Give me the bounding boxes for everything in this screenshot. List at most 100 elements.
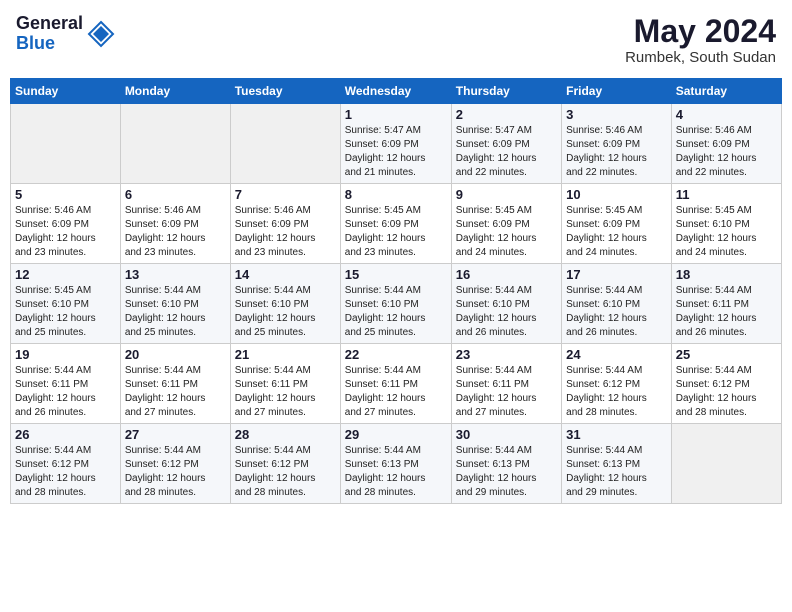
calendar-cell: 22 Sunrise: 5:44 AM Sunset: 6:11 PM Dayli… xyxy=(340,344,451,424)
day-info: Sunrise: 5:44 AM Sunset: 6:11 PM Dayligh… xyxy=(676,284,777,340)
day-number: 2 xyxy=(456,107,557,122)
calendar-cell xyxy=(230,104,340,184)
calendar-cell: 3 Sunrise: 5:46 AM Sunset: 6:09 PM Daylig… xyxy=(562,104,672,184)
day-info: Sunrise: 5:44 AM Sunset: 6:12 PM Dayligh… xyxy=(566,364,667,420)
day-info: Sunrise: 5:44 AM Sunset: 6:12 PM Dayligh… xyxy=(235,444,336,500)
calendar-cell xyxy=(11,104,121,184)
day-info: Sunrise: 5:44 AM Sunset: 6:10 PM Dayligh… xyxy=(566,284,667,340)
calendar-week-row: 12Sunrise: 5:45 AM Sunset: 6:10 PM Dayli… xyxy=(11,264,782,344)
logo-text: GeneralBlue xyxy=(16,14,83,54)
day-info: Sunrise: 5:45 AM Sunset: 6:10 PM Dayligh… xyxy=(676,204,777,260)
day-info: Sunrise: 5:46 AM Sunset: 6:09 PM Dayligh… xyxy=(566,124,667,180)
day-info: Sunrise: 5:44 AM Sunset: 6:10 PM Dayligh… xyxy=(235,284,336,340)
calendar-cell: 15 Sunrise: 5:44 AM Sunset: 6:10 PM Dayli… xyxy=(340,264,451,344)
day-info: Sunrise: 5:45 AM Sunset: 6:09 PM Dayligh… xyxy=(456,204,557,260)
calendar-cell: 30 Sunrise: 5:44 AM Sunset: 6:13 PM Dayli… xyxy=(451,424,561,504)
day-info: Sunrise: 5:44 AM Sunset: 6:10 PM Dayligh… xyxy=(456,284,557,340)
calendar-cell: 31Sunrise: 5:44 AM Sunset: 6:13 PM Dayli… xyxy=(562,424,672,504)
day-info: Sunrise: 5:45 AM Sunset: 6:09 PM Dayligh… xyxy=(566,204,667,260)
calendar-cell: 10 Sunrise: 5:45 AM Sunset: 6:09 PM Dayli… xyxy=(562,184,672,264)
day-info: Sunrise: 5:45 AM Sunset: 6:09 PM Dayligh… xyxy=(345,204,447,260)
day-number: 25 xyxy=(676,347,777,362)
calendar-cell: 26 Sunrise: 5:44 AM Sunset: 6:12 PM Dayli… xyxy=(11,424,121,504)
day-info: Sunrise: 5:44 AM Sunset: 6:12 PM Dayligh… xyxy=(15,444,116,500)
calendar-cell: 23 Sunrise: 5:44 AM Sunset: 6:11 PM Dayli… xyxy=(451,344,561,424)
day-info: Sunrise: 5:44 AM Sunset: 6:13 PM Dayligh… xyxy=(566,444,667,500)
weekday-header: Thursday xyxy=(451,79,561,104)
day-number: 17 xyxy=(566,267,667,282)
day-info: Sunrise: 5:44 AM Sunset: 6:11 PM Dayligh… xyxy=(235,364,336,420)
calendar-header: SundayMondayTuesdayWednesdayThursdayFrid… xyxy=(11,79,782,104)
calendar-cell: 6 Sunrise: 5:46 AM Sunset: 6:09 PM Daylig… xyxy=(120,184,230,264)
day-number: 15 xyxy=(345,267,447,282)
day-number: 22 xyxy=(345,347,447,362)
day-number: 30 xyxy=(456,427,557,442)
calendar-cell: 7Sunrise: 5:46 AM Sunset: 6:09 PM Daylig… xyxy=(230,184,340,264)
calendar-cell: 29 Sunrise: 5:44 AM Sunset: 6:13 PM Dayli… xyxy=(340,424,451,504)
day-info: Sunrise: 5:45 AM Sunset: 6:10 PM Dayligh… xyxy=(15,284,116,340)
calendar-cell: 2 Sunrise: 5:47 AM Sunset: 6:09 PM Daylig… xyxy=(451,104,561,184)
day-info: Sunrise: 5:44 AM Sunset: 6:12 PM Dayligh… xyxy=(125,444,226,500)
day-number: 10 xyxy=(566,187,667,202)
calendar-cell: 5 Sunrise: 5:46 AM Sunset: 6:09 PM Daylig… xyxy=(11,184,121,264)
day-number: 9 xyxy=(456,187,557,202)
day-info: Sunrise: 5:46 AM Sunset: 6:09 PM Dayligh… xyxy=(676,124,777,180)
calendar-cell: 13Sunrise: 5:44 AM Sunset: 6:10 PM Dayli… xyxy=(120,264,230,344)
day-info: Sunrise: 5:44 AM Sunset: 6:10 PM Dayligh… xyxy=(345,284,447,340)
month-title: May 2024 xyxy=(625,14,776,49)
day-info: Sunrise: 5:44 AM Sunset: 6:13 PM Dayligh… xyxy=(456,444,557,500)
location: Rumbek, South Sudan xyxy=(625,49,776,66)
calendar-cell: 16Sunrise: 5:44 AM Sunset: 6:10 PM Dayli… xyxy=(451,264,561,344)
day-number: 6 xyxy=(125,187,226,202)
calendar-week-row: 5 Sunrise: 5:46 AM Sunset: 6:09 PM Daylig… xyxy=(11,184,782,264)
calendar-cell: 20Sunrise: 5:44 AM Sunset: 6:11 PM Dayli… xyxy=(120,344,230,424)
day-number: 8 xyxy=(345,187,447,202)
calendar-cell: 24 Sunrise: 5:44 AM Sunset: 6:12 PM Dayli… xyxy=(562,344,672,424)
day-number: 29 xyxy=(345,427,447,442)
day-info: Sunrise: 5:47 AM Sunset: 6:09 PM Dayligh… xyxy=(456,124,557,180)
day-number: 26 xyxy=(15,427,116,442)
calendar-week-row: 19 Sunrise: 5:44 AM Sunset: 6:11 PM Dayli… xyxy=(11,344,782,424)
day-number: 14 xyxy=(235,267,336,282)
day-info: Sunrise: 5:46 AM Sunset: 6:09 PM Dayligh… xyxy=(15,204,116,260)
calendar-cell: 17 Sunrise: 5:44 AM Sunset: 6:10 PM Dayli… xyxy=(562,264,672,344)
calendar-cell: 18 Sunrise: 5:44 AM Sunset: 6:11 PM Dayli… xyxy=(671,264,781,344)
calendar-table: SundayMondayTuesdayWednesdayThursdayFrid… xyxy=(10,78,782,504)
calendar-body: 1Sunrise: 5:47 AM Sunset: 6:09 PM Daylig… xyxy=(11,104,782,504)
day-number: 27 xyxy=(125,427,226,442)
logo-icon xyxy=(87,20,115,48)
calendar-cell: 4 Sunrise: 5:46 AM Sunset: 6:09 PM Daylig… xyxy=(671,104,781,184)
day-number: 3 xyxy=(566,107,667,122)
day-info: Sunrise: 5:44 AM Sunset: 6:11 PM Dayligh… xyxy=(125,364,226,420)
day-number: 4 xyxy=(676,107,777,122)
day-info: Sunrise: 5:44 AM Sunset: 6:12 PM Dayligh… xyxy=(676,364,777,420)
day-info: Sunrise: 5:44 AM Sunset: 6:10 PM Dayligh… xyxy=(125,284,226,340)
day-info: Sunrise: 5:44 AM Sunset: 6:13 PM Dayligh… xyxy=(345,444,447,500)
calendar-week-row: 26 Sunrise: 5:44 AM Sunset: 6:12 PM Dayli… xyxy=(11,424,782,504)
day-info: Sunrise: 5:44 AM Sunset: 6:11 PM Dayligh… xyxy=(15,364,116,420)
day-info: Sunrise: 5:44 AM Sunset: 6:11 PM Dayligh… xyxy=(456,364,557,420)
calendar-cell xyxy=(671,424,781,504)
day-number: 21 xyxy=(235,347,336,362)
day-info: Sunrise: 5:47 AM Sunset: 6:09 PM Dayligh… xyxy=(345,124,447,180)
weekday-header: Tuesday xyxy=(230,79,340,104)
logo: GeneralBlue xyxy=(16,14,115,54)
calendar-cell: 9 Sunrise: 5:45 AM Sunset: 6:09 PM Daylig… xyxy=(451,184,561,264)
calendar-cell: 28Sunrise: 5:44 AM Sunset: 6:12 PM Dayli… xyxy=(230,424,340,504)
day-number: 24 xyxy=(566,347,667,362)
calendar-cell: 25 Sunrise: 5:44 AM Sunset: 6:12 PM Dayli… xyxy=(671,344,781,424)
day-number: 19 xyxy=(15,347,116,362)
day-info: Sunrise: 5:46 AM Sunset: 6:09 PM Dayligh… xyxy=(235,204,336,260)
day-number: 23 xyxy=(456,347,557,362)
calendar-cell: 1Sunrise: 5:47 AM Sunset: 6:09 PM Daylig… xyxy=(340,104,451,184)
calendar-cell xyxy=(120,104,230,184)
day-info: Sunrise: 5:44 AM Sunset: 6:11 PM Dayligh… xyxy=(345,364,447,420)
weekday-header: Saturday xyxy=(671,79,781,104)
calendar-cell: 14 Sunrise: 5:44 AM Sunset: 6:10 PM Dayli… xyxy=(230,264,340,344)
day-number: 18 xyxy=(676,267,777,282)
weekday-header: Sunday xyxy=(11,79,121,104)
page-header: GeneralBlue May 2024 Rumbek, South Sudan xyxy=(10,10,782,70)
day-number: 5 xyxy=(15,187,116,202)
calendar-cell: 21 Sunrise: 5:44 AM Sunset: 6:11 PM Dayli… xyxy=(230,344,340,424)
day-info: Sunrise: 5:46 AM Sunset: 6:09 PM Dayligh… xyxy=(125,204,226,260)
